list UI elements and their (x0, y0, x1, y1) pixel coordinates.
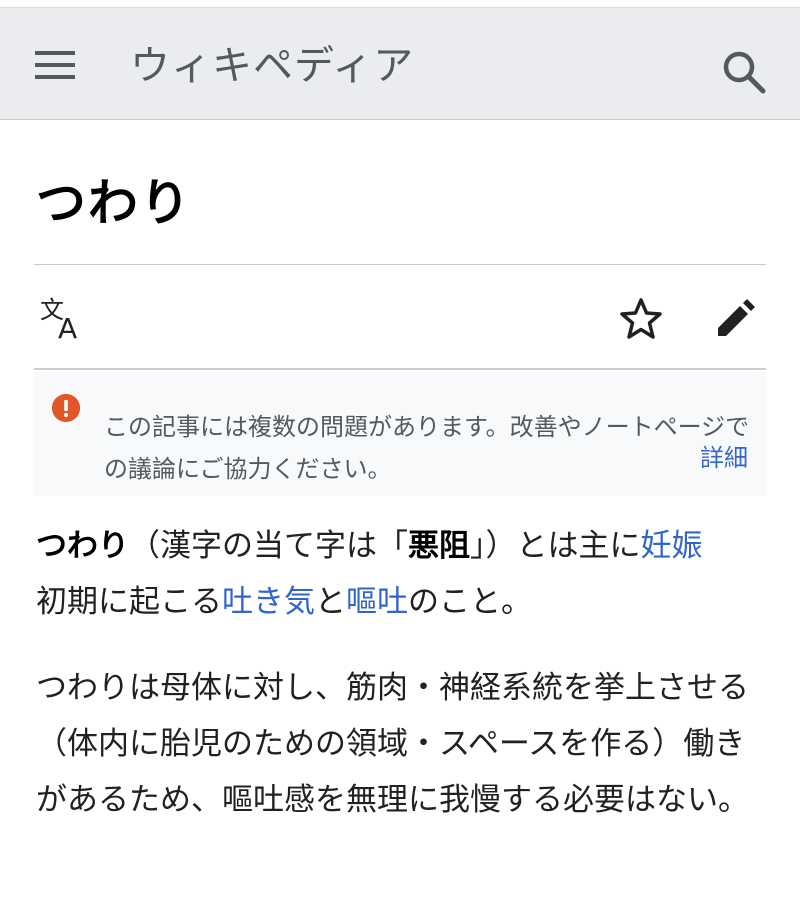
text-segment: 初期に起こる (36, 584, 222, 620)
error-icon (52, 394, 80, 422)
link-vomiting[interactable]: 嘔吐 (346, 584, 408, 620)
link-pregnancy[interactable]: 妊娠 (641, 528, 703, 564)
notice-details-link[interactable]: 詳細 (700, 442, 748, 474)
search-glyph (723, 51, 766, 94)
text-segment: のこと。 (408, 584, 532, 620)
pencil-glyph (718, 299, 755, 336)
body-paragraph: つわりは母体に対し、筋肉・神経系統を挙上させる（体内に胎児のための領域・スペース… (36, 670, 749, 818)
translate-glyph: 文 A (40, 296, 77, 345)
text-segment: （漢字の当て字は「 (129, 528, 408, 564)
article-term: つわり (36, 528, 129, 564)
issues-notice[interactable]: この記事には複数の問題があります。改善やノートページでの議論にご協力ください。 … (34, 372, 766, 496)
actions-divider (34, 368, 766, 370)
site-header: ウィキペディア (0, 8, 800, 120)
link-nausea[interactable]: 吐き気 (222, 584, 315, 620)
star-glyph (620, 298, 662, 339)
hamburger-menu-icon[interactable] (28, 38, 82, 92)
text-segment: と (315, 584, 346, 620)
title-divider (34, 264, 766, 265)
notice-text: この記事には複数の問題があります。改善やノートページでの議論にご協力ください。 (104, 413, 750, 483)
page-title: つわり (36, 173, 192, 232)
text-segment: 」）とは主に (470, 528, 641, 564)
pencil-icon[interactable] (710, 294, 760, 344)
hamburger-menu-glyph (35, 51, 75, 79)
translate-icon[interactable]: 文 A (36, 294, 90, 345)
top-edge (0, 0, 800, 8)
intro-paragraph: つわり（漢字の当て字は「悪阻」）とは主に妊娠初期に起こる吐き気と嘔吐のこと。 (36, 518, 756, 630)
svg-text:A: A (58, 312, 77, 344)
search-icon[interactable] (716, 44, 772, 100)
bold-term: 悪阻 (408, 528, 470, 564)
site-brand[interactable]: ウィキペディア (130, 38, 414, 94)
star-icon[interactable] (616, 294, 666, 344)
page-actions: 文 A (34, 266, 766, 368)
exclamation-glyph (52, 394, 80, 422)
